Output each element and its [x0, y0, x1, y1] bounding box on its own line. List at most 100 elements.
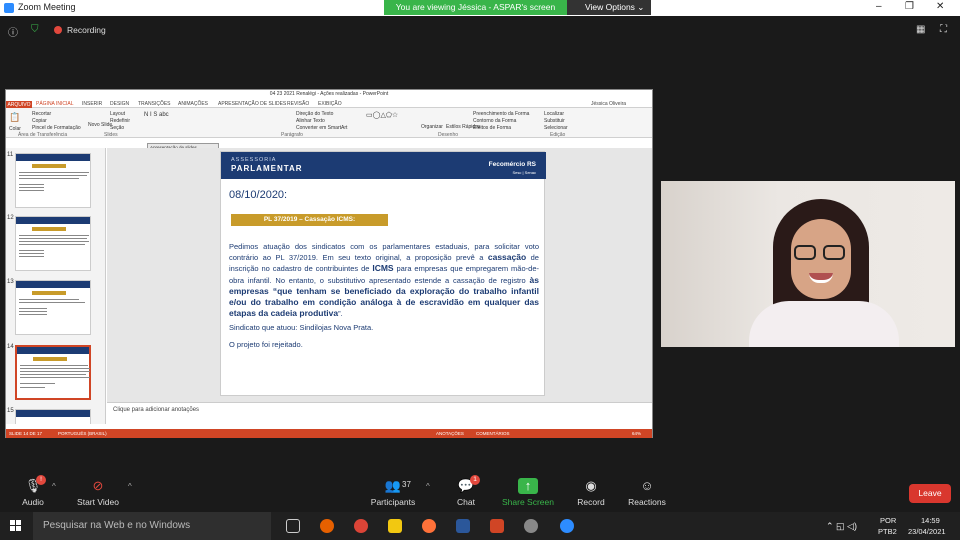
anotacoes-button[interactable]: ANOTAÇÕES [436, 431, 464, 436]
taskbar-search[interactable]: Pesquisar na Web e no Windows [33, 512, 271, 540]
secao-button[interactable]: Seção [110, 125, 124, 131]
view-options-button[interactable]: View Options ⌄ [567, 0, 651, 15]
font-controls[interactable]: N I S abc [144, 112, 169, 118]
comentarios-button[interactable]: COMENTÁRIOS [476, 431, 510, 436]
thumb-number: 15 [7, 408, 14, 414]
selecionar-button[interactable]: Selecionar [544, 125, 568, 131]
thumb-number: 12 [7, 215, 14, 221]
word-icon[interactable] [456, 519, 470, 533]
current-slide[interactable]: ASSESSORIA PARLAMENTAR Fecomércio RS Ses… [220, 151, 546, 396]
organizar-button[interactable]: Organizar [421, 124, 443, 130]
redefinir-button[interactable]: Redefinir [110, 118, 130, 124]
ppt-window-title: 04 23 2021 Renalégi - Ações realizadas -… [269, 91, 389, 97]
glasses-left [794, 245, 816, 260]
recortar-button[interactable]: Recortar [32, 111, 51, 117]
audio-button[interactable]: 🎙 ! Audio [18, 468, 48, 507]
fullscreen-icon[interactable]: ⛶ [940, 24, 947, 35]
record-button[interactable]: ◉ Record [572, 468, 610, 507]
windows-start-icon[interactable] [10, 520, 22, 532]
firefox-icon[interactable] [320, 519, 334, 533]
windows-taskbar: Pesquisar na Web e no Windows ⌃ ◱ ◁) POR… [0, 512, 960, 540]
shield-icon[interactable]: ⛉ [31, 24, 39, 35]
clock-time[interactable]: 14:59 [921, 516, 940, 525]
powerpoint-window: 04 23 2021 Renalégi - Ações realizadas -… [5, 89, 653, 438]
reactions-button[interactable]: ☺ Reactions [624, 468, 670, 507]
preenchimento-button[interactable]: Preenchimento da Forma [473, 111, 529, 117]
user-name[interactable]: Jéssica Oliveira [591, 101, 626, 107]
thumbnail-slide-13[interactable] [15, 280, 91, 335]
meeting-topbar: ⓘ ⛉ Recording ▦ ⛶ [0, 16, 960, 90]
video-body [749, 301, 899, 347]
participants-chevron-icon[interactable]: ^ [426, 482, 430, 491]
smartart-button[interactable]: Converter em SmartArt [296, 125, 347, 131]
maximize-icon[interactable]: ❐ [905, 1, 914, 12]
task-view-icon[interactable] [286, 519, 300, 533]
language-status[interactable]: PORTUGUÊS (BRASIL) [58, 431, 107, 436]
thumb-number: 13 [7, 279, 14, 285]
zoom-level[interactable]: 64% [632, 431, 641, 436]
chat-badge: 1 [470, 475, 480, 485]
thumbnail-slide-12[interactable] [15, 216, 91, 271]
powerpoint-icon[interactable] [490, 519, 504, 533]
thumbnail-slide-15[interactable] [15, 409, 91, 424]
tab-transicoes[interactable]: TRANSIÇÕES [138, 101, 171, 107]
slide-header: ASSESSORIA PARLAMENTAR Fecomércio RS Ses… [221, 152, 546, 179]
start-video-button[interactable]: ⊘ Start Video [72, 468, 124, 507]
minimize-icon[interactable]: – [876, 1, 882, 12]
copiar-button[interactable]: Copiar [32, 118, 47, 124]
lang-bottom[interactable]: PTB2 [878, 527, 897, 536]
video-options-chevron-icon[interactable]: ^ [128, 482, 132, 491]
contorno-button[interactable]: Contorno da Forma [473, 118, 516, 124]
tray-icons[interactable]: ⌃ ◱ ◁) [826, 521, 857, 532]
sindicato-text: Sindicato que atuou: Sindilojas Nova Pra… [229, 323, 374, 332]
layout-button[interactable]: Layout [110, 111, 125, 117]
participant-video[interactable] [661, 181, 955, 347]
participants-button[interactable]: 👥 37 Participants [366, 468, 420, 507]
ppt-ribbon-tabs: ARQUIVO PÁGINA INICIAL INSERIR DESIGN TR… [6, 99, 652, 110]
leave-button[interactable]: Leave [909, 484, 951, 503]
tab-revisao[interactable]: REVISÃO [287, 101, 309, 107]
lang-top[interactable]: POR [880, 516, 896, 525]
tab-inserir[interactable]: INSERIR [82, 101, 102, 107]
localizar-button[interactable]: Localizar [544, 111, 564, 117]
paste-icon[interactable]: 📋 [9, 112, 20, 123]
zoom-logo-icon [4, 3, 14, 13]
thumbnail-slide-14[interactable] [15, 345, 91, 400]
tab-animacoes[interactable]: ANIMAÇÕES [178, 101, 208, 107]
fecomercio-logo: Fecomércio RS [488, 161, 536, 168]
tab-apresentacao[interactable]: APRESENTAÇÃO DE SLIDES [218, 101, 286, 107]
tab-pagina-inicial[interactable]: PÁGINA INICIAL [36, 101, 74, 107]
tab-design[interactable]: DESIGN [110, 101, 129, 107]
recording-label: Recording [67, 25, 106, 35]
pincel-button[interactable]: Pincel de Formatação [32, 125, 81, 131]
firefox-dev-icon[interactable] [422, 519, 436, 533]
recording-icon [54, 26, 62, 34]
thumb-number: 14 [7, 344, 14, 350]
participants-count: 37 [402, 480, 411, 489]
projeto-text: O projeto foi rejeitado. [229, 340, 303, 349]
share-screen-button[interactable]: ↑ Share Screen [500, 468, 556, 507]
chrome-icon[interactable] [354, 519, 368, 533]
thumbnail-slide-11[interactable] [15, 153, 91, 208]
substituir-button[interactable]: Substituir [544, 118, 565, 124]
gallery-view-icon[interactable]: ▦ [916, 24, 925, 35]
audio-options-chevron-icon[interactable]: ^ [52, 482, 56, 491]
chat-button[interactable]: 💬 1 Chat [450, 468, 482, 507]
header-small: ASSESSORIA [231, 157, 277, 163]
shapes-gallery[interactable]: ▭◯△⬠☆ [366, 111, 398, 119]
zoom-titlebar: Zoom Meeting You are viewing Jéssica - A… [0, 0, 960, 16]
group-edicao: Edição [550, 132, 566, 138]
clock-date[interactable]: 23/04/2021 [908, 527, 946, 536]
direcao-texto-button[interactable]: Direção do Texto [296, 111, 333, 117]
file-explorer-icon[interactable] [388, 519, 402, 533]
zoom-taskbar-icon[interactable] [560, 519, 574, 533]
notes-pane[interactable]: Clique para adicionar anotações [107, 402, 652, 424]
novo-slide-button[interactable]: Novo Slide [88, 122, 112, 128]
close-icon[interactable]: ✕ [936, 1, 944, 12]
ppt-ribbon: 📋 Colar Recortar Copiar Pincel de Format… [6, 108, 652, 138]
alinhar-texto-button[interactable]: Alinhar Texto [296, 118, 325, 124]
tab-exibicao[interactable]: EXIBIÇÃO [318, 101, 342, 107]
info-icon[interactable]: ⓘ [8, 24, 18, 39]
efeitos-button[interactable]: Efeitos de Forma [473, 125, 511, 131]
app-icon[interactable] [524, 519, 538, 533]
